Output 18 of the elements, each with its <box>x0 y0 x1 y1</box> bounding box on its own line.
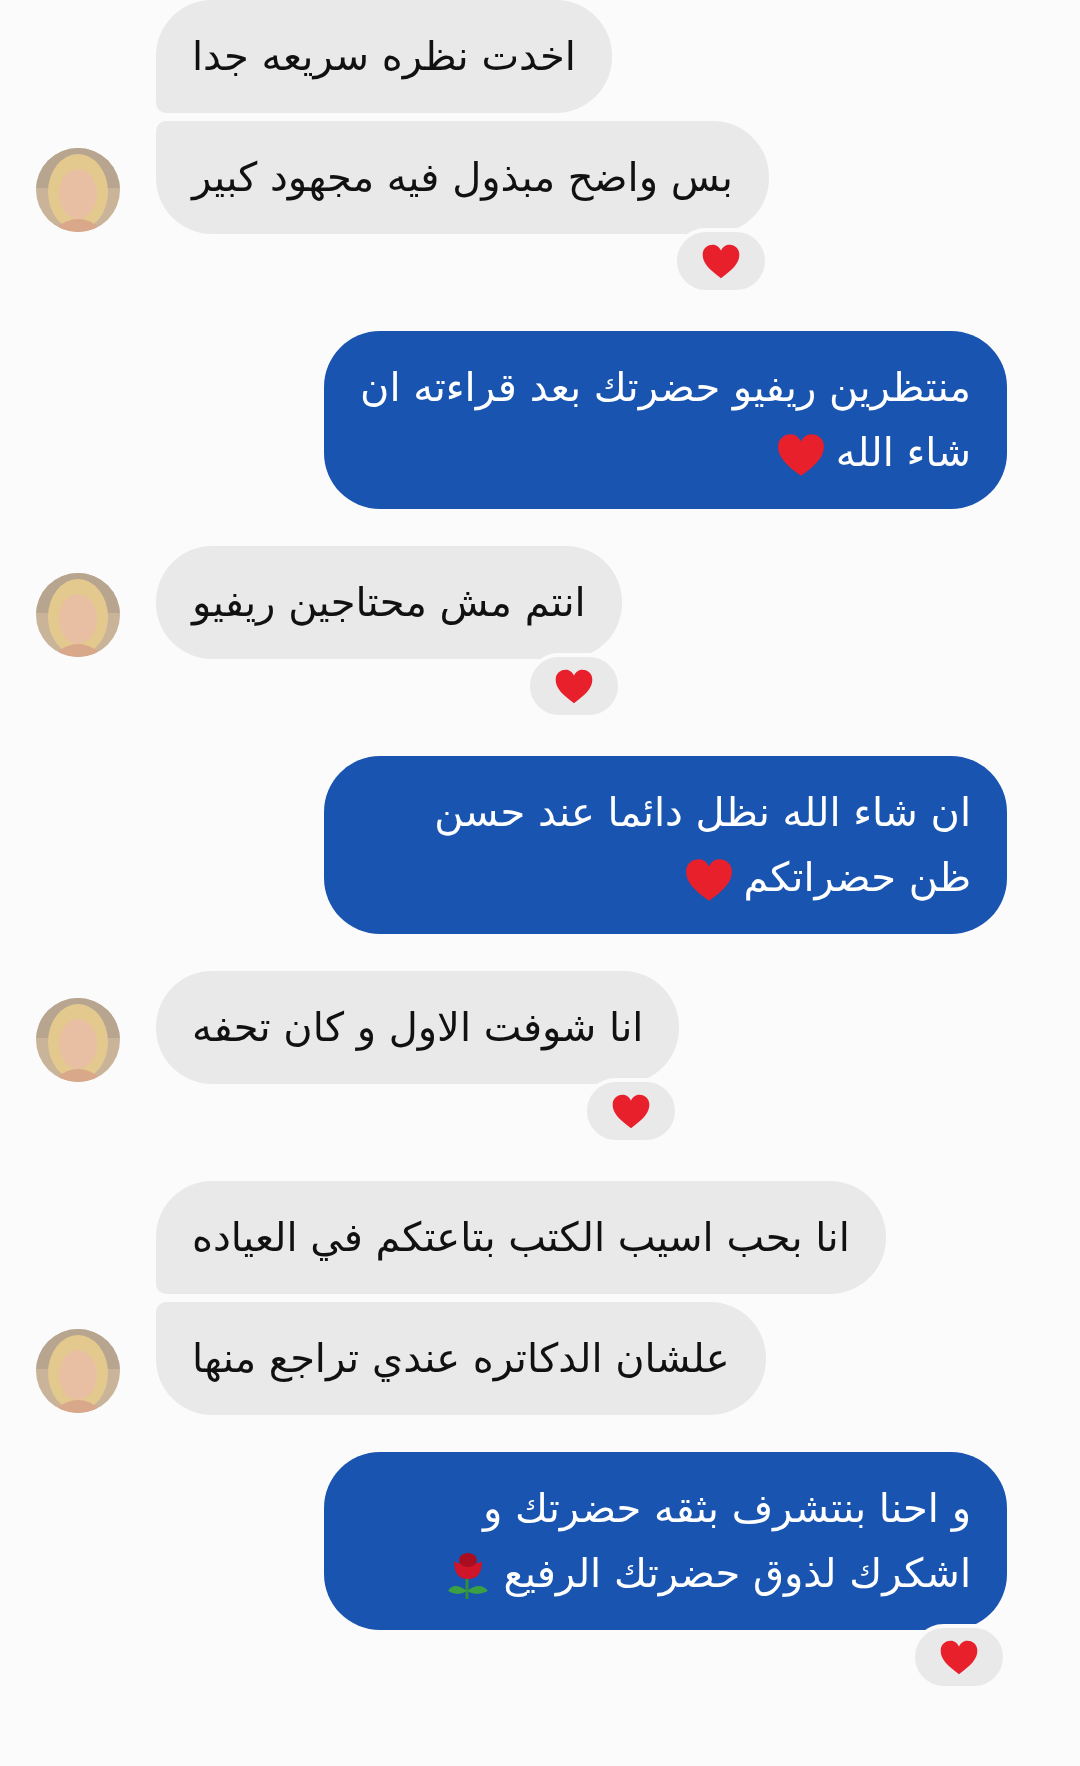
message-bubble[interactable]: انتم مش محتاجين ريفيو <box>156 546 622 659</box>
message-bubble[interactable]: انا شوفت الاول و كان تحفه <box>156 971 680 1084</box>
message-bubble[interactable]: ان شاء الله نظل دائما عند حسن ظن حضراتكم <box>324 756 1007 934</box>
message-bubble[interactable]: انا بحب اسيب الكتب بتاعتكم في العياده <box>156 1181 886 1294</box>
message-text: بس واضح مبذول فيه مجهود كبير <box>192 154 733 200</box>
message-text: اخدت نظره سريعه جدا <box>192 33 576 79</box>
message-text: انتم مش محتاجين ريفيو <box>192 579 586 625</box>
message-text: منتظرين ريفيو حضرتك بعد قراءته ان شاء الله <box>360 364 971 475</box>
message-text: انا بحب اسيب الكتب بتاعتكم في العياده <box>192 1214 850 1260</box>
message-bubble[interactable]: و احنا بنتشرف بثقه حضرتك و اشكرك لذوق حضرتك الرفيع <box>324 1452 1007 1630</box>
message-text: انا شوفت الاول و كان تحفه <box>192 1004 644 1050</box>
message-text: ان شاء الله نظل دائما عند حسن ظن حضراتكم <box>434 789 971 900</box>
message-bubble[interactable]: اخدت نظره سريعه جدا <box>156 0 612 113</box>
message-bubble[interactable]: بس واضح مبذول فيه مجهود كبير <box>156 121 769 234</box>
message-bubble[interactable]: منتظرين ريفيو حضرتك بعد قراءته ان شاء الله <box>324 331 1007 509</box>
message-text: علشان الدكاتره عندي تراجع منها <box>192 1335 730 1381</box>
message-text: و احنا بنتشرف بثقه حضرتك و اشكرك لذوق حضرتك الرفيع <box>483 1485 971 1596</box>
message-bubble[interactable]: علشان الدكاتره عندي تراجع منها <box>156 1302 766 1415</box>
